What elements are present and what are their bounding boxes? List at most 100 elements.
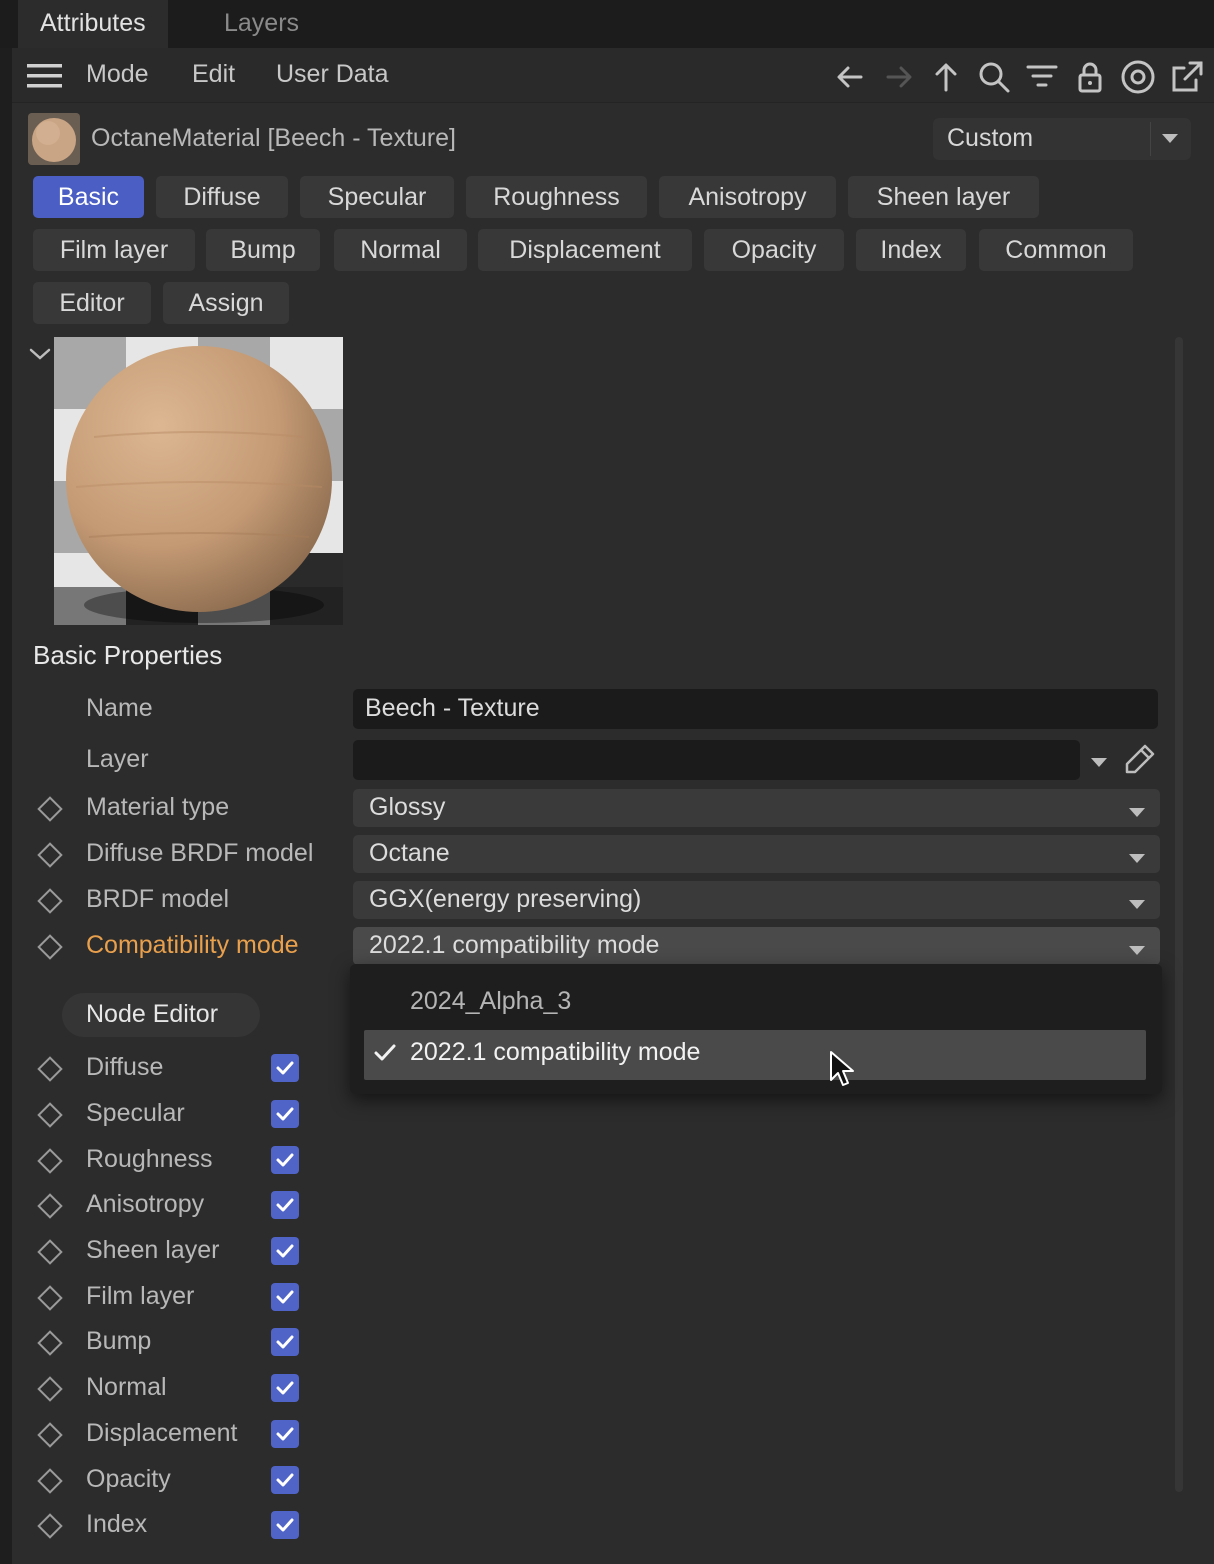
compatibility-mode-label: Compatibility mode — [86, 931, 299, 959]
scrollbar[interactable] — [1175, 337, 1183, 1492]
tab-common[interactable]: Common — [979, 229, 1133, 271]
brdf-model-label: BRDF model — [86, 885, 230, 913]
tab-normal[interactable]: Normal — [334, 229, 467, 271]
chevron-down-icon — [1129, 900, 1145, 909]
channel-label-opacity: Opacity — [86, 1465, 171, 1493]
layer-label: Layer — [86, 745, 149, 773]
dropdown-divider — [1150, 122, 1151, 156]
checkmark-icon — [372, 1040, 398, 1066]
tab-sheen-layer[interactable]: Sheen layer — [848, 176, 1039, 218]
channel-checkbox-opacity[interactable] — [271, 1466, 299, 1494]
tab-opacity[interactable]: Opacity — [704, 229, 844, 271]
diffuse-brdf-label: Diffuse BRDF model — [86, 839, 314, 867]
keyframe-diamond-icon[interactable] — [37, 934, 63, 960]
material-type-label: Material type — [86, 793, 230, 821]
eyedropper-icon[interactable] — [1121, 740, 1159, 778]
channel-checkbox-normal[interactable] — [271, 1374, 299, 1402]
channel-label-bump: Bump — [86, 1327, 152, 1355]
keyframe-diamond-icon[interactable] — [37, 796, 63, 822]
diffuse-brdf-dropdown[interactable] — [353, 835, 1160, 873]
channel-label-roughness: Roughness — [86, 1145, 213, 1173]
tab-basic[interactable]: Basic — [33, 176, 144, 218]
channel-checkbox-displacement[interactable] — [271, 1420, 299, 1448]
keyframe-diamond-icon[interactable] — [37, 1468, 63, 1494]
keyframe-diamond-icon[interactable] — [37, 1148, 63, 1174]
tab-bump[interactable]: Bump — [206, 229, 320, 271]
object-title: OctaneMaterial [Beech - Texture] — [91, 124, 456, 152]
channel-checkbox-index[interactable] — [271, 1511, 299, 1539]
option-2022-1-compatibility-mode[interactable]: 2022.1 compatibility mode — [410, 1038, 700, 1067]
keyframe-diamond-icon[interactable] — [37, 842, 63, 868]
channel-checkbox-diffuse[interactable] — [271, 1054, 299, 1082]
channel-label-normal: Normal — [86, 1373, 167, 1401]
chevron-down-icon — [1129, 854, 1145, 863]
channel-label-specular: Specular — [86, 1099, 185, 1127]
channel-label-anisotropy: Anisotropy — [86, 1190, 205, 1218]
material-thumbnail — [28, 113, 80, 165]
keyframe-diamond-icon[interactable] — [37, 1102, 63, 1128]
forward-arrow-icon[interactable] — [880, 58, 918, 96]
channel-label-diffuse: Diffuse — [86, 1053, 164, 1081]
tab-editor[interactable]: Editor — [33, 282, 151, 324]
tab-diffuse[interactable]: Diffuse — [156, 176, 288, 218]
menu-user-data[interactable]: User Data — [276, 60, 389, 89]
keyframe-diamond-icon[interactable] — [37, 1376, 63, 1402]
keyframe-diamond-icon[interactable] — [37, 1513, 63, 1539]
up-arrow-icon[interactable] — [927, 58, 965, 96]
tab-anisotropy[interactable]: Anisotropy — [659, 176, 836, 218]
new-window-icon[interactable] — [1168, 58, 1206, 96]
filter-icon[interactable] — [1023, 58, 1061, 96]
section-title-basic-properties: Basic Properties — [33, 640, 223, 670]
material-type-dropdown[interactable] — [353, 789, 1160, 827]
chevron-down-icon — [1129, 808, 1145, 817]
preset-dropdown-label: Custom — [947, 124, 1034, 152]
keyframe-diamond-icon[interactable] — [37, 1422, 63, 1448]
window-tab-bar — [0, 0, 1214, 48]
tab-displacement[interactable]: Displacement — [478, 229, 692, 271]
tab-index[interactable]: Index — [856, 229, 966, 271]
option-2024-alpha-3[interactable]: 2024_Alpha_3 — [410, 987, 571, 1016]
tab-roughness[interactable]: Roughness — [466, 176, 647, 218]
keyframe-diamond-icon[interactable] — [37, 1285, 63, 1311]
channel-label-sheen-layer: Sheen layer — [86, 1236, 220, 1264]
channel-checkbox-specular[interactable] — [271, 1100, 299, 1128]
keyframe-diamond-icon[interactable] — [37, 1330, 63, 1356]
channel-checkbox-roughness[interactable] — [271, 1146, 299, 1174]
name-label: Name — [86, 694, 153, 722]
channel-checkbox-anisotropy[interactable] — [271, 1191, 299, 1219]
back-arrow-icon[interactable] — [831, 58, 869, 96]
channel-checkbox-sheen-layer[interactable] — [271, 1237, 299, 1265]
menu-edit[interactable]: Edit — [192, 60, 235, 89]
mouse-cursor-icon — [828, 1050, 856, 1090]
search-icon[interactable] — [975, 58, 1013, 96]
material-preview — [54, 337, 343, 625]
keyframe-diamond-icon[interactable] — [37, 1056, 63, 1082]
channel-checkbox-film-layer[interactable] — [271, 1283, 299, 1311]
brdf-model-value: GGX(energy preserving) — [369, 885, 642, 913]
layer-field[interactable] — [353, 740, 1080, 780]
layer-dropdown-arrow-icon[interactable] — [1091, 758, 1107, 767]
menu-mode[interactable]: Mode — [86, 60, 149, 89]
keyframe-diamond-icon[interactable] — [37, 888, 63, 914]
name-field-value: Beech - Texture — [365, 694, 540, 722]
channel-checkbox-bump[interactable] — [271, 1328, 299, 1356]
target-icon[interactable] — [1119, 58, 1157, 96]
channel-label-displacement: Displacement — [86, 1419, 238, 1447]
tab-attributes[interactable]: Attributes — [18, 0, 168, 48]
node-editor-label: Node Editor — [86, 1000, 219, 1028]
left-edge-strip — [0, 48, 12, 1564]
tab-assign[interactable]: Assign — [163, 282, 289, 324]
keyframe-diamond-icon[interactable] — [37, 1193, 63, 1219]
chevron-down-icon — [1129, 946, 1145, 955]
channel-label-film-layer: Film layer — [86, 1282, 195, 1310]
tab-film-layer[interactable]: Film layer — [33, 229, 195, 271]
chevron-down-icon — [1162, 134, 1178, 143]
hamburger-menu-icon[interactable] — [27, 62, 63, 90]
tab-specular[interactable]: Specular — [300, 176, 454, 218]
tab-layers[interactable]: Layers — [202, 0, 321, 48]
lock-icon[interactable] — [1071, 58, 1109, 96]
diffuse-brdf-value: Octane — [369, 839, 450, 867]
keyframe-diamond-icon[interactable] — [37, 1239, 63, 1265]
collapse-chevron-icon[interactable] — [28, 342, 52, 366]
material-type-value: Glossy — [369, 793, 446, 821]
